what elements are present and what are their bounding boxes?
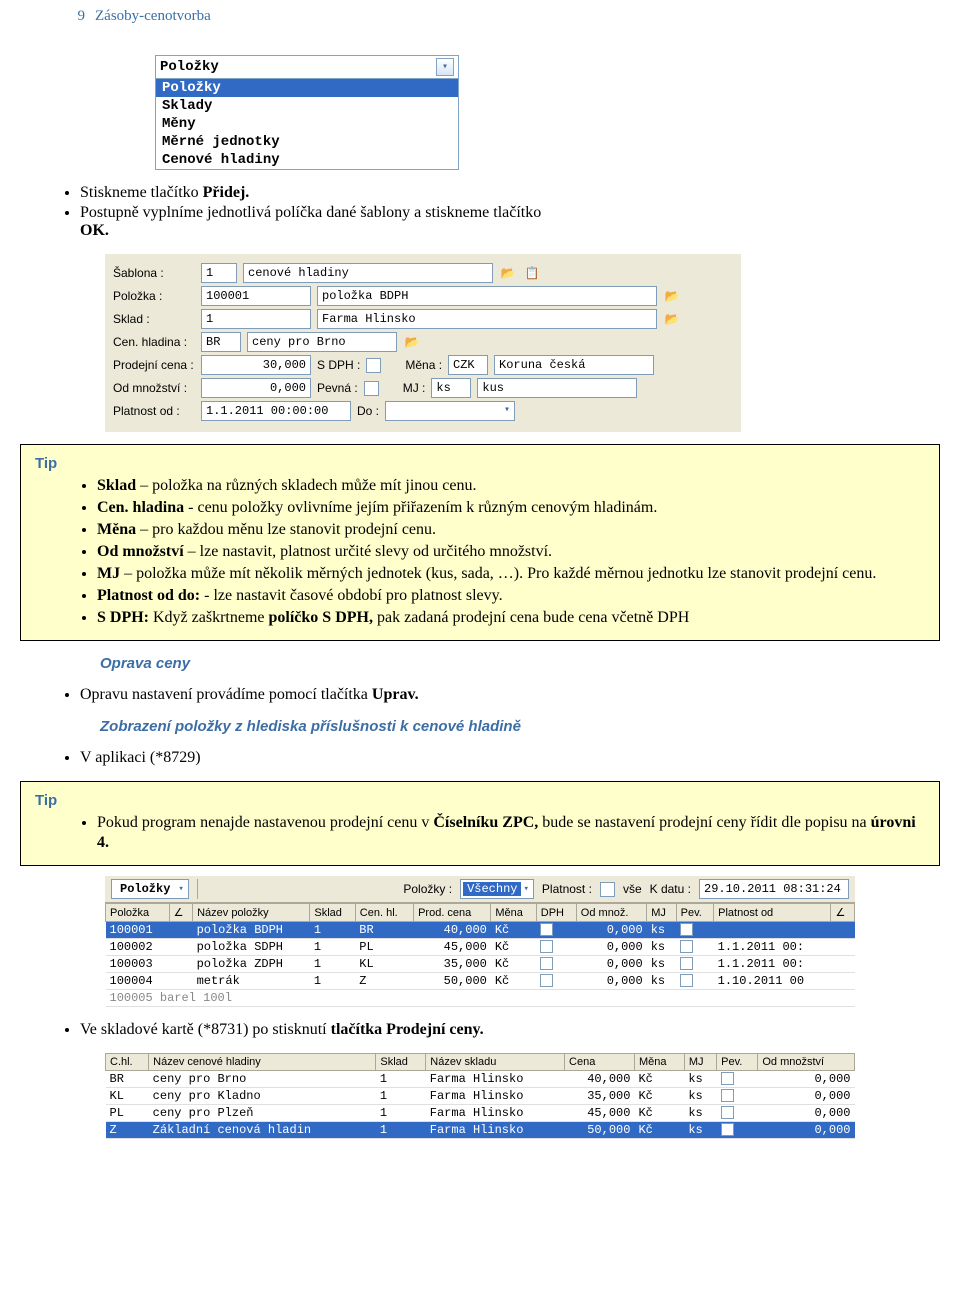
open-icon[interactable]: 📂 [663, 287, 681, 305]
combo-polozky[interactable]: Položky▾ [111, 879, 189, 899]
label-vse: vše [623, 882, 642, 896]
table-row[interactable]: BRceny pro Brno1Farma Hlinsko40,000Kčks0… [106, 1071, 855, 1088]
label-pevna: Pevná : [317, 381, 358, 395]
polozky-grid-panel: Položky▾ Položky : Všechny▾ Platnost : v… [105, 876, 855, 1007]
bullet-uprav: Opravu nastavení provádíme pomocí tlačít… [80, 686, 960, 704]
label-prodc: Prodejní cena : [113, 358, 195, 372]
dropdown-item[interactable]: Sklady [156, 97, 458, 115]
open-icon[interactable]: 📂 [663, 310, 681, 328]
dropdown-item[interactable]: Měrné jednotky [156, 133, 458, 151]
dropdown-item[interactable]: Položky [156, 79, 458, 97]
tip-item: Sklad – položka na různých skladech může… [97, 476, 925, 496]
page-number: 9 [65, 8, 85, 25]
input-platod[interactable]: 1.1.2011 00:00:00 [201, 401, 351, 421]
open-icon[interactable]: 📂 [403, 333, 421, 351]
label-sablona: Šablona : [113, 266, 195, 280]
cenove-hladiny-grid-panel: C.hl.Název cenové hladinySkladNázev skla… [105, 1053, 855, 1139]
tip-item: Od množství – lze nastavit, platnost urč… [97, 542, 925, 562]
label-platnost: Platnost : [542, 882, 592, 896]
checkbox-pevna[interactable] [364, 381, 379, 396]
tip-label: Tip [35, 792, 925, 809]
label-polozka: Položka : [113, 289, 195, 303]
input-cenhl-name[interactable]: ceny pro Brno [247, 332, 397, 352]
input-odmn[interactable]: 0,000 [201, 378, 311, 398]
page-header: 9 Zásoby-cenotvorba [0, 0, 960, 25]
form-icon[interactable]: 📋 [523, 264, 541, 282]
label-mena: Měna : [405, 358, 442, 372]
input-mj-code[interactable]: ks [431, 378, 471, 398]
chevron-down-icon[interactable]: ▾ [436, 58, 454, 76]
input-polozka-code[interactable]: 100001 [201, 286, 311, 306]
input-cenhl-code[interactable]: BR [201, 332, 241, 352]
subhead-zobrazeni: Zobrazení položky z hlediska příslušnost… [100, 718, 960, 735]
label-mj: MJ : [403, 381, 426, 395]
input-sklad-name[interactable]: Farma Hlinsko [317, 309, 657, 329]
input-prodc[interactable]: 30,000 [201, 355, 311, 375]
table-row[interactable]: PLceny pro Plzeň1Farma Hlinsko45,000Kčks… [106, 1105, 855, 1122]
input-mena-name[interactable]: Koruna česká [494, 355, 654, 375]
table-row[interactable]: 100003položka ZDPH1KL35,000Kč0,000ks1.1.… [106, 956, 855, 973]
open-icon[interactable]: 📂 [499, 264, 517, 282]
input-sablona-code[interactable]: 1 [201, 263, 237, 283]
input-kdatu[interactable]: 29.10.2011 08:31:24 [699, 879, 849, 899]
checkbox-platnost[interactable] [600, 882, 615, 897]
table-row[interactable]: KLceny pro Kladno1Farma Hlinsko35,000Kčk… [106, 1088, 855, 1105]
input-platdo[interactable]: ▾ [385, 401, 515, 421]
label-polozky-filter: Položky : [403, 882, 452, 896]
bullet-ok: Postupně vyplníme jednotlivá políčka dan… [80, 204, 960, 240]
dropdown-field-label: Položky [160, 59, 219, 75]
label-kdatu: K datu : [650, 882, 691, 896]
table-row[interactable]: 100004metrák1Z50,000Kč0,000ks1.10.2011 0… [106, 973, 855, 990]
tip-item: Cen. hladina - cenu položky ovlivníme je… [97, 498, 925, 518]
checkbox-sdph[interactable] [366, 358, 381, 373]
label-sdph: S DPH : [317, 358, 360, 372]
grid-polozky[interactable]: Položka∠Název položkySkladCen. hl.Prod. … [105, 903, 855, 1007]
tip-item: Pokud program nenajde nastavenou prodejn… [97, 813, 925, 853]
label-odmn: Od množství : [113, 381, 195, 395]
input-sklad-code[interactable]: 1 [201, 309, 311, 329]
input-mena-code[interactable]: CZK [448, 355, 488, 375]
input-sablona-name[interactable]: cenové hladiny [243, 263, 493, 283]
combo-vsechny[interactable]: Všechny▾ [460, 879, 534, 899]
tip-label: Tip [35, 455, 925, 472]
bullets-1: Stiskneme tlačítko Přidej. Postupně vypl… [0, 184, 960, 240]
tip-box-1: Tip Sklad – položka na různých skladech … [20, 444, 940, 641]
bullet-skladova-karta: Ve skladové kartě (*8731) po stisknutí t… [80, 1021, 960, 1039]
page-title: Zásoby-cenotvorba [95, 8, 211, 25]
dropdown-item[interactable]: Cenové hladiny [156, 151, 458, 169]
bullet-aplikace: V aplikaci (*8729) [80, 749, 960, 767]
label-platod: Platnost od : [113, 404, 195, 418]
input-mj-name[interactable]: kus [477, 378, 637, 398]
bullet-pridej: Stiskneme tlačítko Přidej. [80, 184, 960, 202]
tip-box-2: Tip Pokud program nenajde nastavenou pro… [20, 781, 940, 866]
subhead-oprava: Oprava ceny [100, 655, 960, 672]
template-form: Šablona : 1 cenové hladiny 📂 📋 Položka :… [105, 254, 741, 432]
tip-item: Měna – pro každou měnu lze stanovit prod… [97, 520, 925, 540]
table-row[interactable]: 100002položka SDPH1PL45,000Kč0,000ks1.1.… [106, 939, 855, 956]
tip-item: S DPH: Když zaškrtneme políčko S DPH, pa… [97, 608, 925, 628]
polozky-dropdown: Položky ▾ PoložkySkladyMěnyMěrné jednotk… [155, 55, 459, 170]
tip-item: MJ – položka může mít několik měrných je… [97, 564, 925, 584]
label-cenhl: Cen. hladina : [113, 335, 195, 349]
label-do: Do : [357, 404, 379, 418]
table-row[interactable]: 100001položka BDPH1BR40,000Kč0,000ks [106, 922, 855, 939]
tip-item: Platnost od do: - lze nastavit časové ob… [97, 586, 925, 606]
label-sklad: Sklad : [113, 312, 195, 326]
table-row[interactable]: ZZákladní cenová hladin1Farma Hlinsko50,… [106, 1122, 855, 1139]
input-polozka-name[interactable]: položka BDPH [317, 286, 657, 306]
grid-cenove-hladiny[interactable]: C.hl.Název cenové hladinySkladNázev skla… [105, 1053, 855, 1139]
dropdown-item[interactable]: Měny [156, 115, 458, 133]
